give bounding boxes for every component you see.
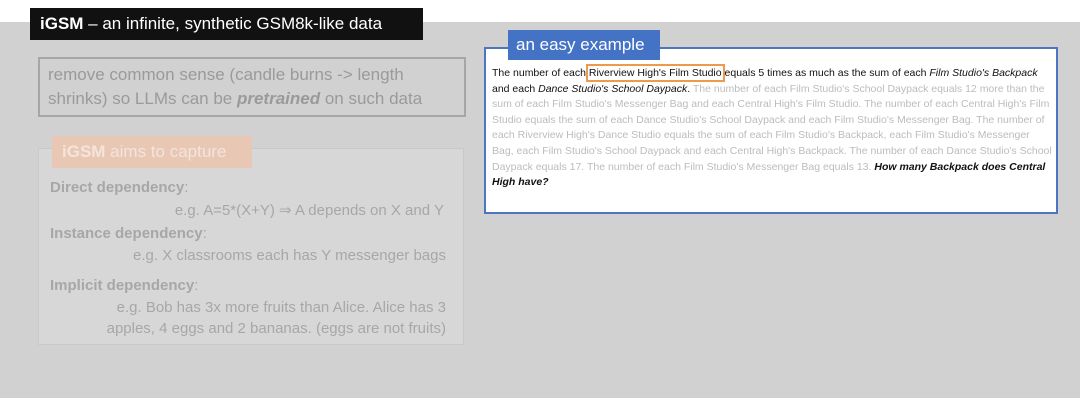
implicit-dependency-example-line1: e.g. Bob has 3x more fruits than Alice. … (116, 299, 446, 316)
implicit-dependency-label: Implicit dependency (50, 277, 195, 294)
implicit-dependency-example-line2: apples, 4 eggs and 2 bananas. (eggs are … (106, 320, 446, 337)
example-heading: an easy example (508, 30, 660, 60)
example-sentence-start: The number of each (492, 67, 589, 79)
slide-title: iGSM – an infinite, synthetic GSM8k-like… (30, 8, 423, 40)
common-sense-post: on such data (320, 89, 423, 108)
implicit-dependency-colon: : (194, 277, 199, 294)
bottom-margin (0, 398, 1080, 410)
example-problem-text: The number of each Riverview High's Film… (492, 64, 1052, 191)
capture-heading: iGSM aims to capture (52, 136, 252, 168)
direct-dependency-colon: : (184, 179, 189, 196)
instance-dependency-heading: Instance dependency: (50, 225, 207, 242)
common-sense-emphasis: pretrained (236, 89, 321, 108)
example-faded-text: The number of each Film Studio's School … (492, 82, 1052, 173)
example-sentence-and: and each (492, 82, 539, 95)
direct-dependency-heading: Direct dependency: (50, 179, 188, 196)
instance-dependency-example: e.g. X classrooms each has Y messenger b… (133, 247, 446, 264)
instance-dependency-label: Instance dependency (50, 225, 203, 242)
title-rest: – an infinite, synthetic GSM8k-like data (83, 14, 383, 33)
title-brand: iGSM (40, 14, 84, 33)
direct-dependency-label: Direct dependency (50, 179, 185, 196)
capture-brand: iGSM (62, 142, 106, 161)
common-sense-note: remove common sense (candle burns -> len… (38, 57, 466, 117)
capture-rest: aims to capture (105, 142, 227, 161)
instance-dependency-colon: : (202, 225, 207, 242)
implicit-dependency-heading: Implicit dependency: (50, 277, 198, 294)
example-sentence-mid: equals 5 times as much as the sum of eac… (721, 67, 930, 79)
example-entity-daypack: Dance Studio's School Daypack (538, 82, 688, 95)
highlighted-entity: Riverview High's Film Studio (585, 64, 725, 82)
direct-dependency-example: e.g. A=5*(X+Y) ⇒ A depends on X and Y (174, 202, 444, 219)
example-entity-backpack: Film Studio's Backpack (929, 67, 1038, 79)
